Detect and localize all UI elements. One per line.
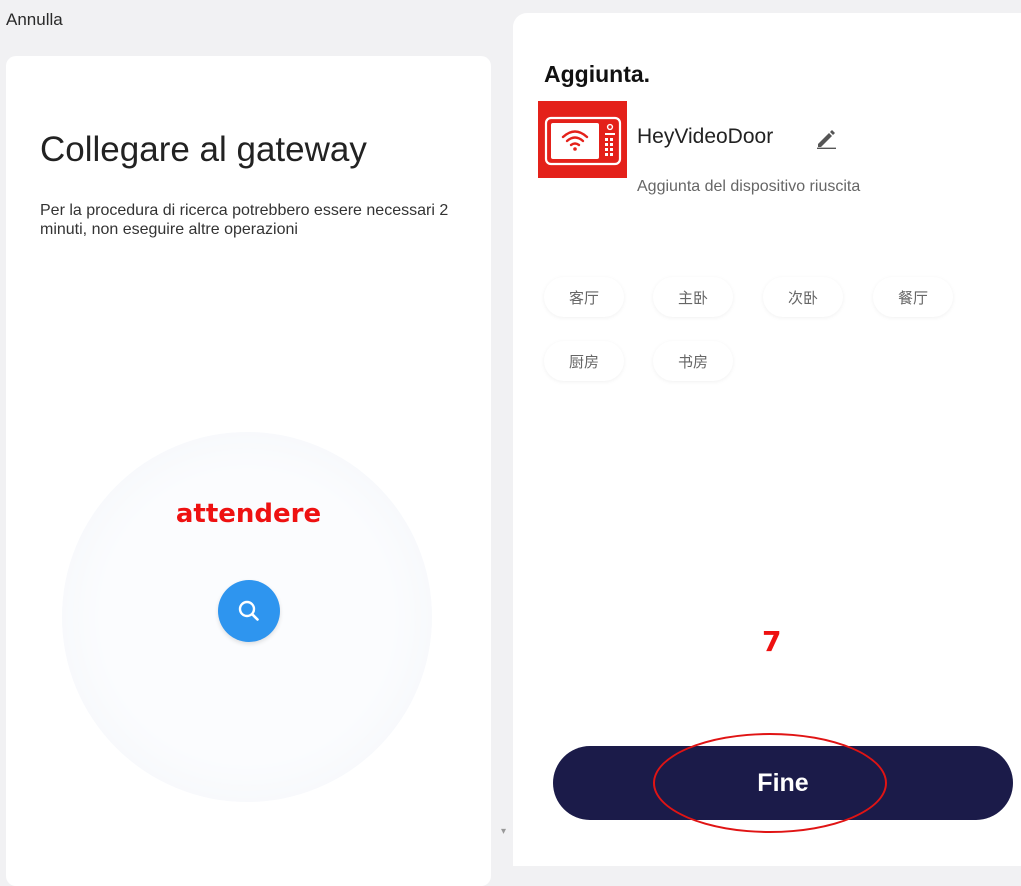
room-chip-living-room[interactable]: 客厅 <box>544 277 624 317</box>
done-button-label: Fine <box>757 768 809 797</box>
page-title: Collegare al gateway <box>40 130 367 169</box>
wait-annotation: attendere <box>175 499 322 529</box>
step-number-annotation: 7 <box>762 625 782 658</box>
room-chip-study[interactable]: 书房 <box>653 341 733 381</box>
video-intercom-icon <box>538 101 627 178</box>
device-status: Aggiunta del dispositivo riuscita <box>637 178 861 195</box>
pencil-icon[interactable] <box>815 127 837 149</box>
room-chip-master-bedroom[interactable]: 主卧 <box>653 277 733 317</box>
cancel-link[interactable]: Annulla <box>6 10 63 30</box>
search-description: Per la procedura di ricerca potrebbero e… <box>40 202 449 238</box>
added-title: Aggiunta. <box>544 61 651 87</box>
device-added-card: Aggiunta. HeyVideoDoor Aggiunta del disp… <box>513 13 1021 866</box>
done-button[interactable]: Fine <box>553 746 1013 820</box>
room-chip-dining-room[interactable]: 餐厅 <box>873 277 953 317</box>
gateway-search-card: Collegare al gateway Per la procedura di… <box>6 56 491 886</box>
device-name: HeyVideoDoor <box>637 125 774 148</box>
search-icon <box>238 600 259 621</box>
panel-divider <box>491 0 513 866</box>
search-button[interactable] <box>218 580 280 642</box>
scroll-arrow-icon: ▾ <box>501 826 507 837</box>
room-chip-kitchen[interactable]: 厨房 <box>544 341 624 381</box>
room-chip-second-bedroom[interactable]: 次卧 <box>763 277 843 317</box>
